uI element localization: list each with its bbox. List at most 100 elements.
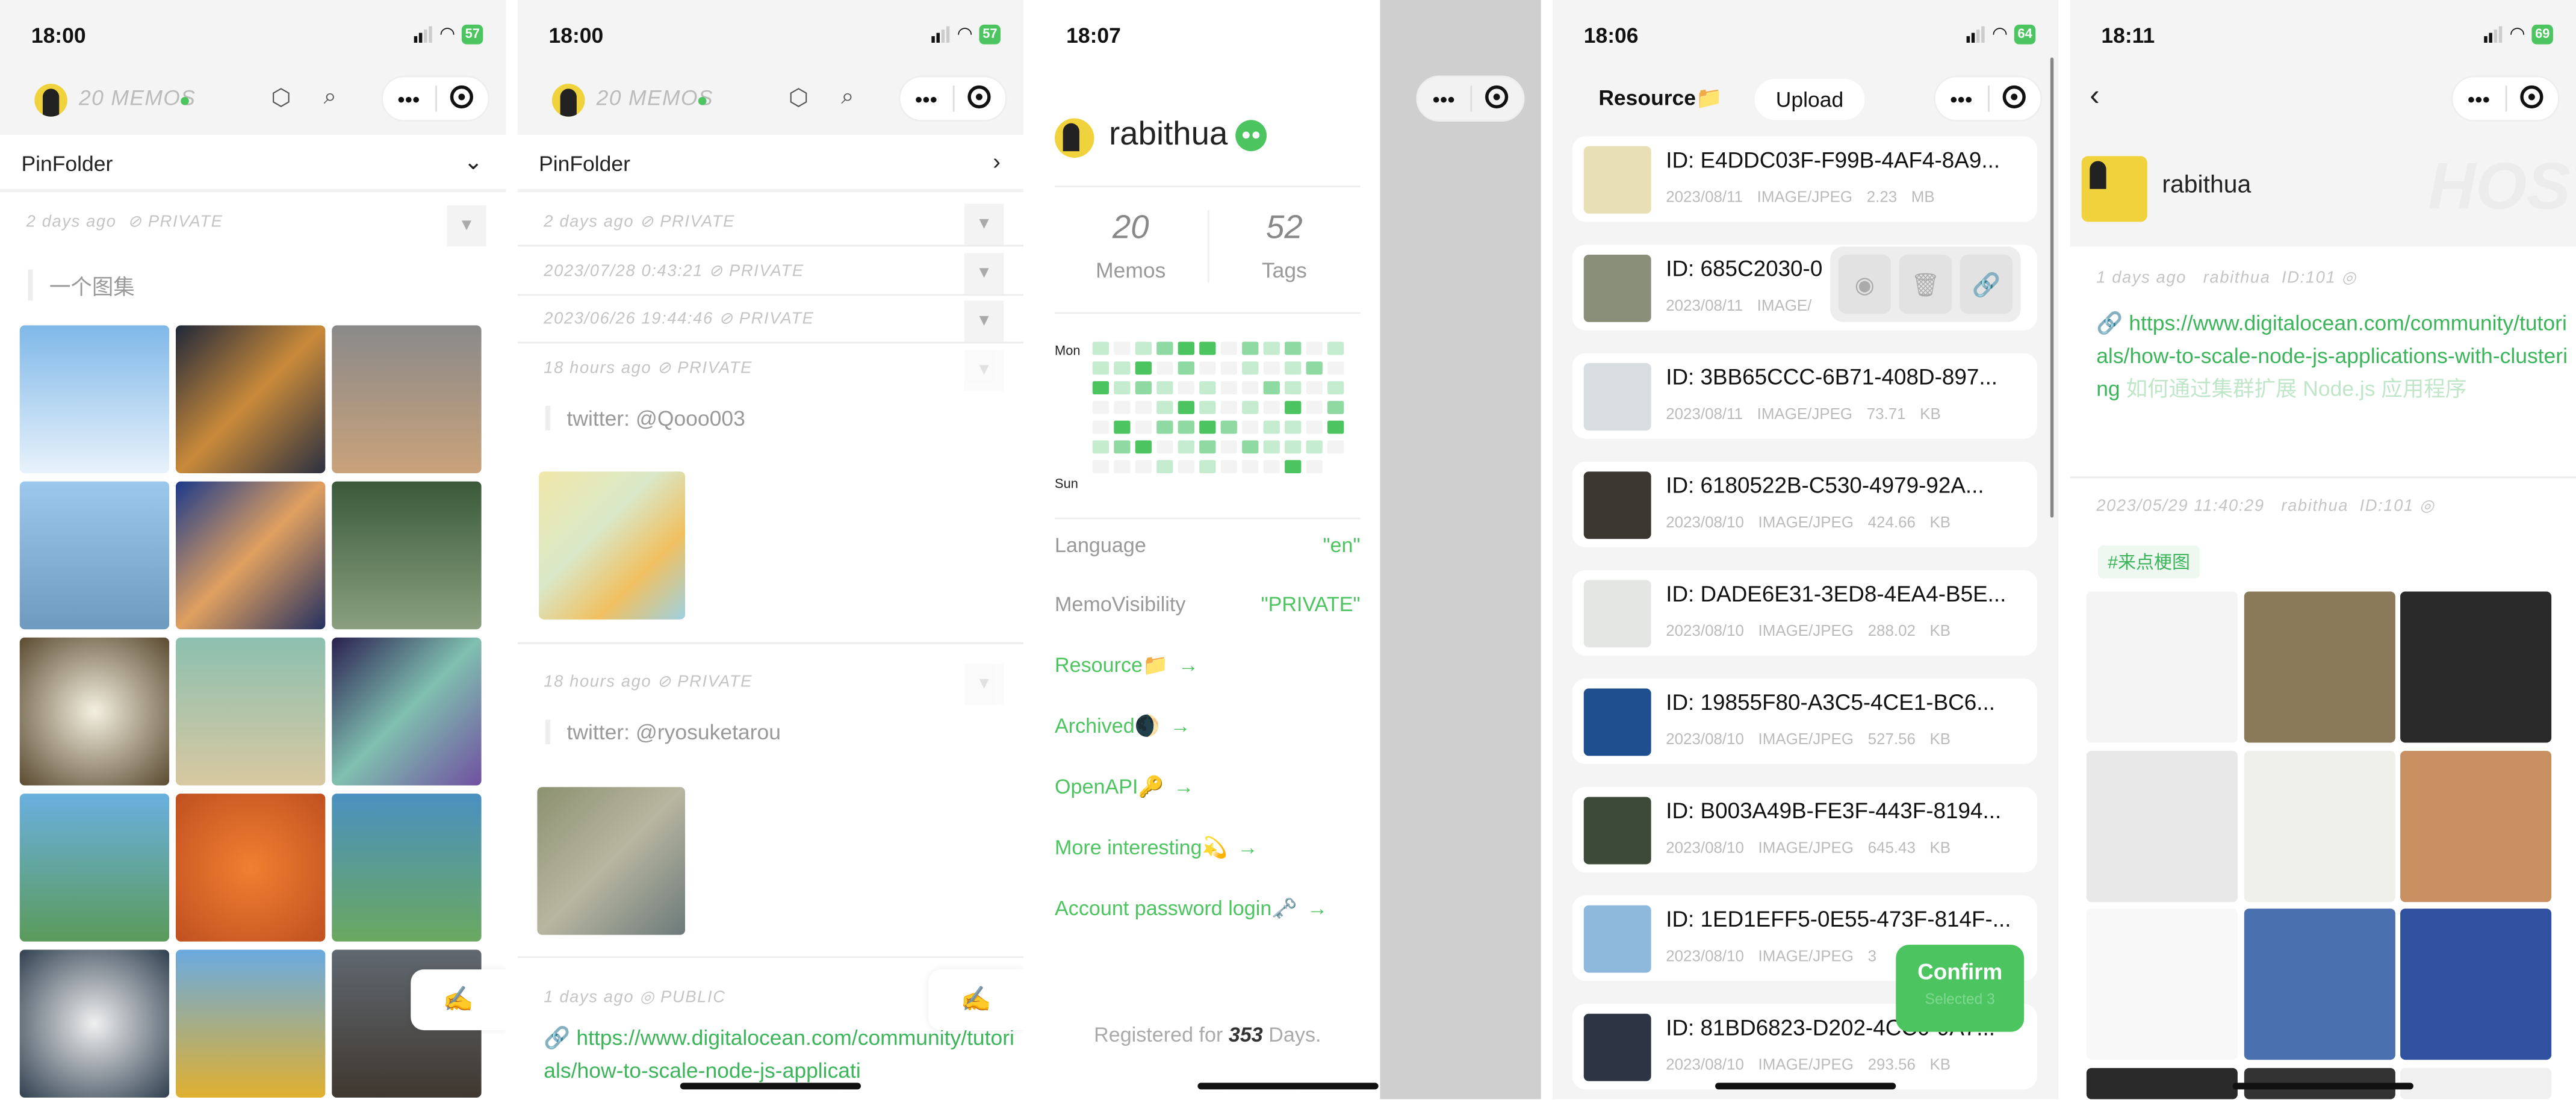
heatmap-cell[interactable] xyxy=(1306,381,1323,394)
resource-item[interactable]: ID: 6180522B-C530-4979-92A... 2023/08/10 … xyxy=(1572,461,2037,547)
gallery-image[interactable] xyxy=(176,637,326,786)
drawer-backdrop[interactable] xyxy=(1380,0,1541,1099)
setting-language[interactable]: Language "en" xyxy=(1055,534,1361,557)
heatmap-cell[interactable] xyxy=(1263,381,1280,394)
memo-image[interactable] xyxy=(539,471,685,620)
meme-image[interactable] xyxy=(2086,591,2238,743)
gallery-image[interactable] xyxy=(176,325,326,473)
close-miniprogram-button[interactable] xyxy=(1988,84,2040,113)
memo-link[interactable]: 🔗 https://www.digitalocean.com/community… xyxy=(2096,307,2572,406)
heatmap-cell[interactable] xyxy=(1242,440,1259,454)
more-icon[interactable]: ••• xyxy=(900,86,952,111)
heatmap-cell[interactable] xyxy=(1156,460,1173,473)
heatmap-cell[interactable] xyxy=(1092,361,1110,375)
gallery-image[interactable] xyxy=(176,794,326,942)
more-icon[interactable]: ••• xyxy=(1935,86,1987,111)
heatmap-cell[interactable] xyxy=(1285,400,1302,414)
heatmap-cell[interactable] xyxy=(1327,341,1344,355)
close-miniprogram-button[interactable] xyxy=(1471,84,1523,113)
heatmap-cell[interactable] xyxy=(1092,381,1110,394)
heatmap-cell[interactable] xyxy=(1199,420,1216,434)
heatmap-cell[interactable] xyxy=(1199,381,1216,394)
gallery-image[interactable] xyxy=(176,949,326,1098)
meme-image[interactable] xyxy=(2400,591,2552,743)
resource-item[interactable]: ID: 3BB65CCC-6B71-408D-897... 2023/08/11 … xyxy=(1572,353,2037,439)
heatmap-cell[interactable] xyxy=(1135,381,1152,394)
edit-memo-button[interactable]: ✍ xyxy=(411,969,506,1031)
heatmap-cell[interactable] xyxy=(1199,400,1216,414)
pin-icon[interactable]: ▼ xyxy=(964,350,1004,391)
heatmap-cell[interactable] xyxy=(1306,361,1323,375)
hexagon-settings-icon[interactable]: ⬡ xyxy=(789,84,808,111)
heatmap-cell[interactable] xyxy=(1178,341,1194,355)
heatmap-cell[interactable] xyxy=(1263,361,1280,375)
hexagon-settings-icon[interactable]: ⬡ xyxy=(271,84,291,111)
heatmap-cell[interactable] xyxy=(1263,440,1280,454)
nav-link[interactable]: More interesting💫 → xyxy=(1055,836,1258,861)
heatmap-cell[interactable] xyxy=(1199,460,1216,473)
heatmap-cell[interactable] xyxy=(1327,440,1344,454)
gallery-image[interactable] xyxy=(19,637,170,786)
heatmap-cell[interactable] xyxy=(1263,341,1280,355)
stat-memos[interactable]: 20 Memos xyxy=(1055,210,1209,283)
gallery-image[interactable] xyxy=(332,637,482,786)
heatmap-cell[interactable] xyxy=(1156,381,1173,394)
meme-image[interactable] xyxy=(2244,751,2395,903)
meme-image[interactable] xyxy=(2086,1067,2238,1099)
heatmap-cell[interactable] xyxy=(1327,381,1344,394)
stat-tags[interactable]: 52 Tags xyxy=(1208,210,1360,282)
heatmap-cell[interactable] xyxy=(1156,341,1173,355)
scrollbar[interactable] xyxy=(2050,57,2054,518)
heatmap-cell[interactable] xyxy=(1199,361,1216,375)
resource-item[interactable]: ID: DADE6E31-3ED8-4EA4-B5E... 2023/08/10 … xyxy=(1572,570,2037,656)
heatmap-cell[interactable] xyxy=(1306,440,1323,454)
heatmap-cell[interactable] xyxy=(1178,400,1194,414)
search-icon[interactable]: ⌕ xyxy=(841,82,854,110)
close-miniprogram-button[interactable] xyxy=(436,84,488,113)
heatmap-cell[interactable] xyxy=(1092,440,1110,454)
heatmap-cell[interactable] xyxy=(1135,361,1152,375)
heatmap-cell[interactable] xyxy=(1092,400,1110,414)
avatar[interactable] xyxy=(551,84,585,117)
heatmap-cell[interactable] xyxy=(1306,460,1323,473)
heatmap-cell[interactable] xyxy=(1285,420,1302,434)
heatmap-cell[interactable] xyxy=(1327,361,1344,375)
heatmap-cell[interactable] xyxy=(1135,460,1152,473)
gallery-image[interactable] xyxy=(332,481,482,630)
heatmap-cell[interactable] xyxy=(1242,420,1259,434)
gallery-image[interactable] xyxy=(19,794,170,942)
nav-link[interactable]: Account password login🗝️ → xyxy=(1055,897,1327,922)
close-miniprogram-button[interactable] xyxy=(954,84,1005,113)
heatmap-cell[interactable] xyxy=(1285,341,1302,355)
heatmap-cell[interactable] xyxy=(1178,460,1194,473)
nav-link[interactable]: Archived🌒 → xyxy=(1055,715,1191,739)
meme-image[interactable] xyxy=(2400,1067,2552,1099)
heatmap-cell[interactable] xyxy=(1285,361,1302,375)
more-icon[interactable]: ••• xyxy=(1418,86,1470,111)
heatmap-cell[interactable] xyxy=(1263,420,1280,434)
gallery-image[interactable] xyxy=(19,949,170,1098)
meme-image[interactable] xyxy=(2086,751,2238,903)
heatmap-cell[interactable] xyxy=(1220,361,1237,375)
avatar[interactable] xyxy=(34,84,67,117)
edit-memo-button[interactable]: ✍ xyxy=(928,969,1024,1031)
heatmap-cell[interactable] xyxy=(1220,341,1237,355)
gallery-image[interactable] xyxy=(332,794,482,942)
heatmap-cell[interactable] xyxy=(1092,420,1110,434)
pin-icon[interactable]: ▼ xyxy=(964,300,1004,342)
heatmap-cell[interactable] xyxy=(1156,440,1173,454)
link-icon[interactable]: 🔗 xyxy=(1960,254,2013,314)
preview-icon[interactable]: ◉ xyxy=(1838,254,1892,314)
heatmap-cell[interactable] xyxy=(1220,460,1237,473)
heatmap-cell[interactable] xyxy=(1092,341,1110,355)
heatmap-cell[interactable] xyxy=(1306,341,1323,355)
heatmap-cell[interactable] xyxy=(1220,381,1237,394)
heatmap-cell[interactable] xyxy=(1114,341,1131,355)
heatmap-cell[interactable] xyxy=(1114,420,1131,434)
heatmap-cell[interactable] xyxy=(1242,341,1259,355)
more-icon[interactable]: ••• xyxy=(2453,86,2504,111)
heatmap-cell[interactable] xyxy=(1306,420,1323,434)
pin-icon[interactable]: ▼ xyxy=(964,252,1004,294)
heatmap-cell[interactable] xyxy=(1242,400,1259,414)
heatmap-cell[interactable] xyxy=(1178,440,1194,454)
